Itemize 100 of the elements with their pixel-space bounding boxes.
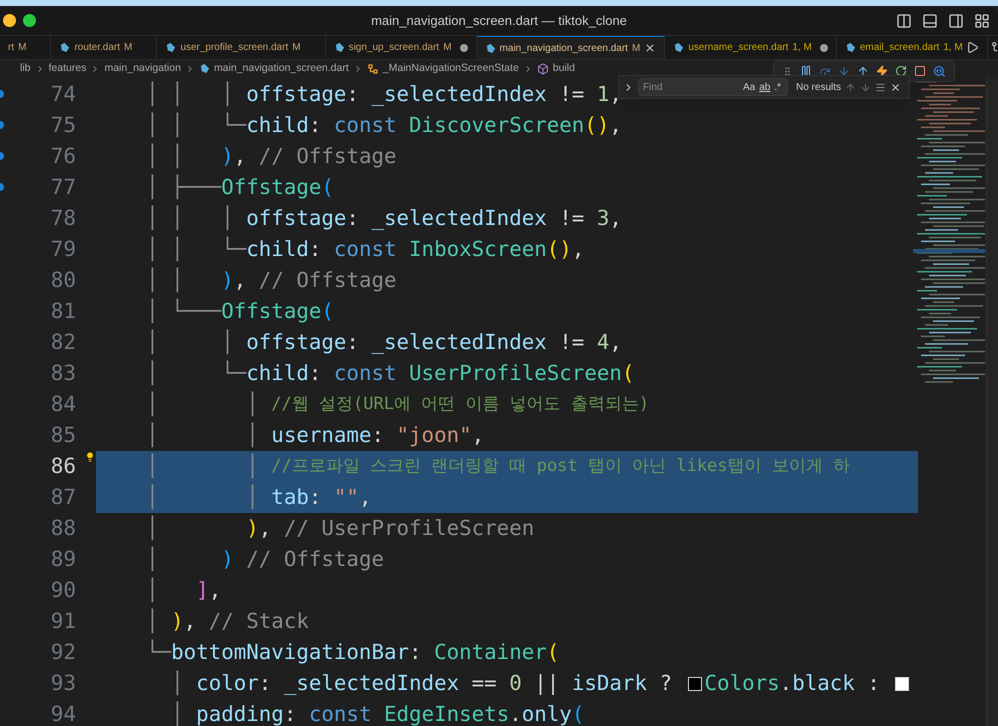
find-input-field[interactable]: Find Aa ab .*	[638, 78, 788, 96]
indent-guide: │ │	[145, 266, 185, 294]
code-punctuation: !=	[558, 80, 586, 108]
code-class: DiscoverScreen	[408, 112, 584, 139]
code-identifier: offstage	[246, 204, 346, 232]
step-out-icon[interactable]	[857, 65, 869, 77]
tab-status: M	[124, 41, 132, 55]
step-over-icon[interactable]	[819, 65, 831, 77]
close-icon[interactable]	[890, 82, 902, 92]
next-match-icon[interactable]	[860, 82, 872, 92]
dart-file-icon	[334, 42, 345, 53]
code-punctuation: ,	[609, 204, 622, 232]
indent-guide: │	[170, 670, 185, 698]
class-icon	[366, 62, 379, 74]
whole-word-toggle[interactable]: ab	[757, 80, 772, 94]
line-number: 84	[50, 390, 76, 418]
line-number: 79	[50, 236, 76, 263]
code-bracket: (	[622, 360, 634, 387]
dart-file-icon	[165, 42, 176, 53]
lightbulb-icon[interactable]	[85, 452, 95, 462]
code-identifier: black	[792, 670, 855, 697]
indent-guide: │ │ └─	[145, 112, 246, 140]
code-punctuation: ,	[208, 576, 222, 604]
pause-icon[interactable]	[800, 65, 812, 77]
dart-file-icon	[198, 63, 210, 74]
find-in-selection-icon[interactable]	[875, 82, 886, 92]
code-punctuation: ||	[533, 670, 560, 697]
tab-label: user_profile_screen.dart	[180, 41, 288, 55]
code-punctuation: .	[509, 700, 522, 726]
color-swatch[interactable]	[895, 676, 910, 690]
line-number: 78	[50, 204, 76, 232]
dart-file-icon	[59, 42, 70, 53]
code-punctuation: :	[308, 236, 322, 263]
code-class: UserProfileScreen	[408, 360, 622, 387]
line-number: 77	[50, 174, 76, 201]
editor-tab[interactable]: main_navigation_screen.dart M	[476, 36, 666, 59]
code-bracket: ]	[196, 576, 209, 604]
toggle-sidebar-icon[interactable]	[896, 13, 912, 29]
code-punctuation: .	[780, 670, 792, 697]
closing-label: // Offstage	[258, 266, 397, 294]
window-control-icon[interactable]	[23, 14, 36, 27]
scrollbar[interactable]	[986, 77, 998, 726]
lightning-icon[interactable]	[876, 65, 888, 77]
line-number: 91	[50, 608, 76, 635]
line-number: 83	[50, 360, 76, 387]
line-number: 76	[50, 142, 76, 170]
toggle-secondary-sidebar-icon[interactable]	[948, 13, 964, 29]
run-icon[interactable]	[966, 41, 979, 54]
code-identifier: child	[246, 236, 309, 263]
toggle-panel-icon[interactable]	[922, 13, 938, 29]
step-into-icon[interactable]	[838, 65, 850, 77]
code-identifier: only	[522, 700, 572, 726]
regex-toggle[interactable]: .*	[772, 80, 783, 94]
code-bracket: (	[321, 174, 334, 201]
line-number: 92	[50, 638, 76, 666]
indent-guide: │ │	[145, 390, 260, 418]
tab-status: 1, M	[792, 41, 812, 55]
stop-icon[interactable]	[914, 65, 926, 77]
close-icon[interactable]	[644, 42, 656, 54]
breadcrumb-item[interactable]: main_navigation	[104, 60, 181, 76]
indent-guide: │ │ │	[145, 204, 235, 232]
line-number: 86	[50, 452, 76, 480]
code-comment: //프로파일 스크린 랜더링할 때 post 탭이 아닌 likes탭이 보이게 하	[271, 454, 850, 478]
editor-tab[interactable]: sign_up_screen.dart M	[326, 36, 477, 59]
code-identifier: tab	[271, 484, 309, 511]
code-punctuation: :	[308, 484, 322, 511]
color-swatch[interactable]	[688, 676, 702, 690]
tab-label: email_screen.dart	[860, 41, 940, 55]
line-number: 90	[50, 576, 76, 604]
find-result: No results	[796, 80, 842, 94]
code-punctuation: :	[371, 422, 385, 449]
code-punctuation: ,	[609, 80, 622, 108]
code-bracket: )	[246, 514, 259, 542]
breadcrumb-item[interactable]: _MainNavigationScreenState	[382, 60, 519, 76]
code-number: 0	[509, 670, 522, 697]
previous-match-icon[interactable]	[845, 82, 856, 92]
line-number: 89	[50, 546, 76, 573]
code-identifier: _selectedIndex	[371, 80, 547, 108]
breadcrumb-item[interactable]: lib	[20, 60, 31, 76]
inspect-icon[interactable]	[933, 64, 946, 78]
code-identifier: child	[246, 112, 309, 139]
breadcrumb-item[interactable]: build	[552, 60, 575, 76]
restart-icon[interactable]	[895, 65, 907, 77]
line-number: 80	[50, 266, 76, 294]
tab-status: M	[292, 41, 301, 55]
code-identifier: _selectedIndex	[371, 204, 547, 232]
code-class: Offstage	[221, 174, 322, 199]
match-case-toggle[interactable]: Aa	[740, 80, 758, 94]
indent-guide: │ └───	[145, 298, 222, 326]
code-punctuation: :	[346, 328, 360, 356]
code-bracket: (	[572, 700, 584, 726]
layout-icon[interactable]	[974, 13, 990, 29]
code-punctuation: ,	[358, 484, 372, 511]
breadcrumb-item[interactable]: main_navigation_screen.dart	[214, 60, 349, 76]
indent-guide: └─	[145, 638, 172, 666]
breadcrumb-item[interactable]: features	[48, 60, 86, 76]
indent-guide: │ └─	[145, 360, 246, 388]
code-punctuation: ,	[234, 266, 248, 294]
line-number: 87	[50, 484, 76, 511]
window-control-icon[interactable]	[3, 14, 16, 27]
